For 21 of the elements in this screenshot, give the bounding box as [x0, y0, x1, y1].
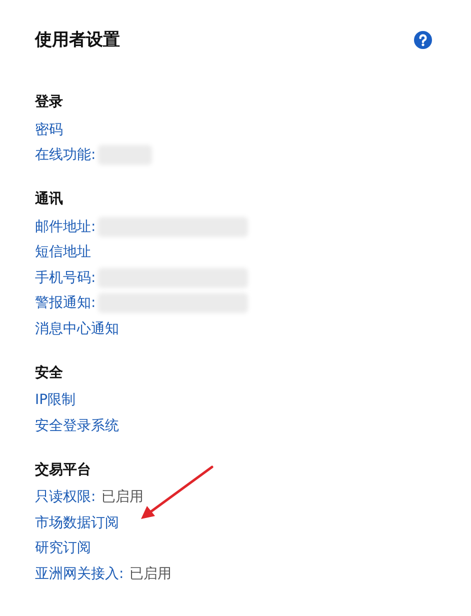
status-value: 已启用: [102, 488, 144, 506]
section-heading: 通讯: [35, 190, 64, 209]
settings-link[interactable]: 消息中心通知: [35, 320, 119, 338]
settings-link[interactable]: 手机号码:: [35, 268, 96, 287]
settings-link[interactable]: 市场数据订阅: [35, 514, 119, 532]
section-heading: 安全: [35, 364, 64, 382]
settings-link[interactable]: 亚洲网关接入:: [35, 564, 124, 583]
page-title: 使用者设置: [35, 29, 120, 51]
settings-link[interactable]: 研究订阅: [35, 539, 91, 558]
settings-link[interactable]: IP限制: [35, 391, 76, 410]
help-icon[interactable]: [414, 30, 432, 48]
settings-link[interactable]: 在线功能:: [35, 146, 96, 164]
settings-link[interactable]: 邮件地址:: [35, 218, 96, 236]
settings-link[interactable]: 短信地址: [35, 243, 91, 262]
settings-link[interactable]: 警报通知:: [35, 294, 96, 312]
settings-link[interactable]: 安全登录系统: [35, 416, 119, 435]
status-value: 已启用: [130, 564, 172, 583]
settings-link[interactable]: 密码: [35, 120, 63, 139]
settings-link[interactable]: 只读权限:: [35, 488, 96, 506]
section-heading: 交易平台: [35, 460, 92, 480]
section-heading: 登录: [35, 93, 64, 112]
